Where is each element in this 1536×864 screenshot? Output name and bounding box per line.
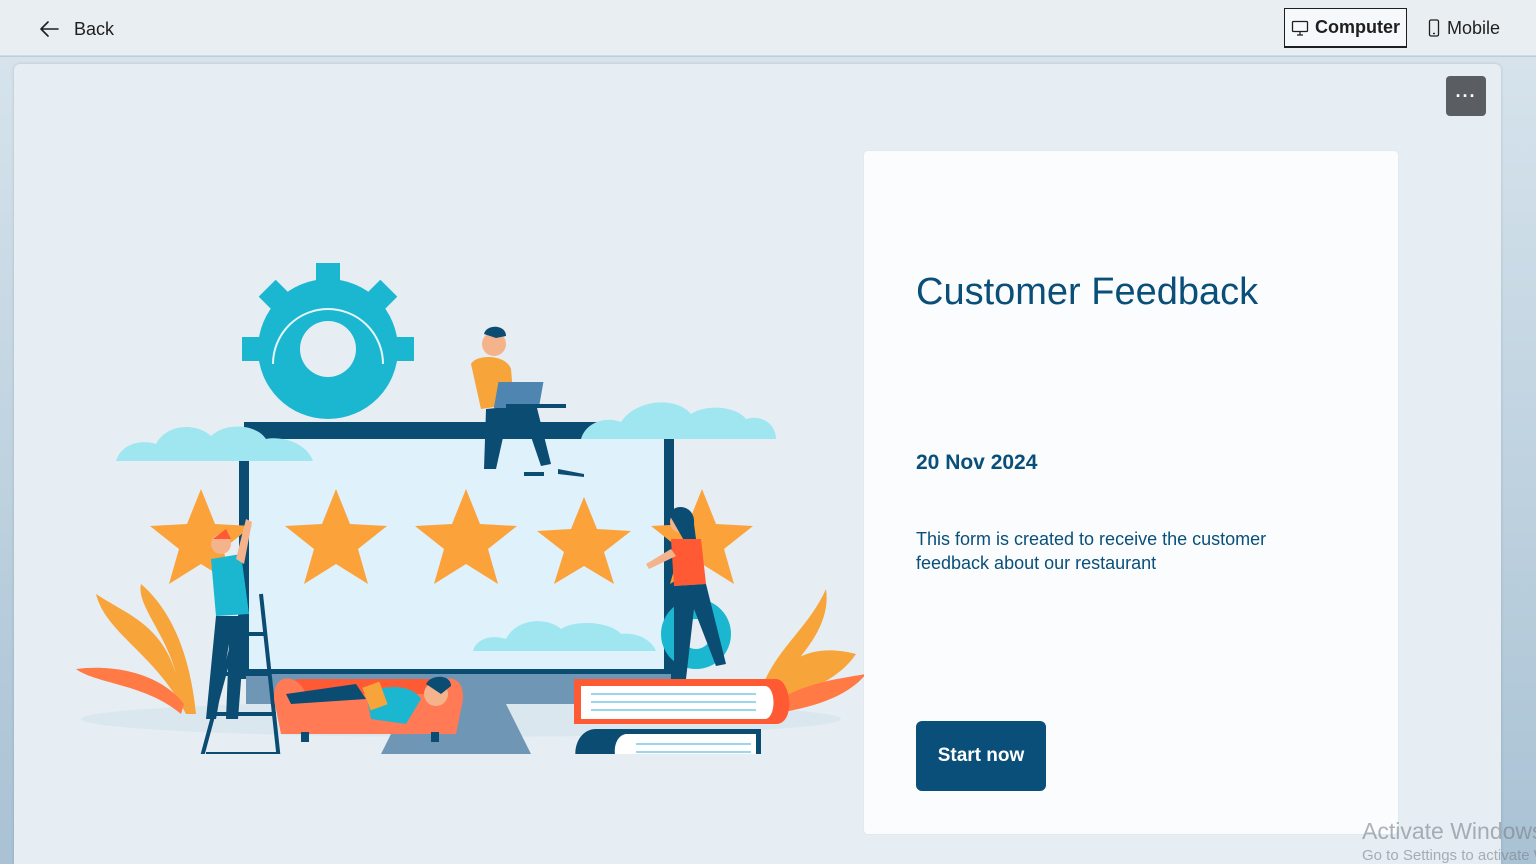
form-description: This form is created to receive the cust… — [916, 529, 1267, 573]
arrow-left-icon — [38, 17, 62, 41]
computer-view-label: Computer — [1314, 17, 1400, 37]
form-canvas: ··· Customer Feedback 20 Nov 2024 This f… — [14, 64, 1501, 864]
gear-illustration — [242, 263, 414, 419]
form-welcome-card: Customer Feedback 20 Nov 2024 This form … — [864, 151, 1398, 834]
feedback-illustration — [66, 254, 866, 780]
watermark-line1: Activate Windows — [1362, 818, 1536, 844]
activate-windows-watermark: Activate Windows Go to Settings to activ… — [1362, 818, 1536, 864]
form-title: Customer Feedback — [916, 271, 1259, 313]
back-label: Back — [74, 18, 115, 39]
monitor-icon — [1291, 19, 1309, 37]
phone-icon — [1427, 19, 1441, 37]
form-date: 20 Nov 2024 — [916, 451, 1038, 474]
mobile-view-button[interactable]: Mobile — [1421, 8, 1506, 48]
top-bar: Back Computer Mobile — [0, 0, 1536, 56]
start-now-button[interactable]: Start now — [916, 721, 1046, 791]
back-button[interactable]: Back — [28, 10, 124, 48]
watermark-line2: Go to Settings to activate Windows. — [1362, 847, 1536, 864]
more-options-button[interactable]: ··· — [1446, 76, 1486, 116]
person-ladder-illustration — [206, 519, 252, 719]
view-toggle: Computer Mobile — [1283, 8, 1506, 48]
books-illustration — [574, 679, 790, 774]
preview-stage: ··· Customer Feedback 20 Nov 2024 This f… — [0, 57, 1536, 864]
mobile-view-label: Mobile — [1446, 17, 1500, 38]
computer-view-button[interactable]: Computer — [1283, 8, 1407, 48]
